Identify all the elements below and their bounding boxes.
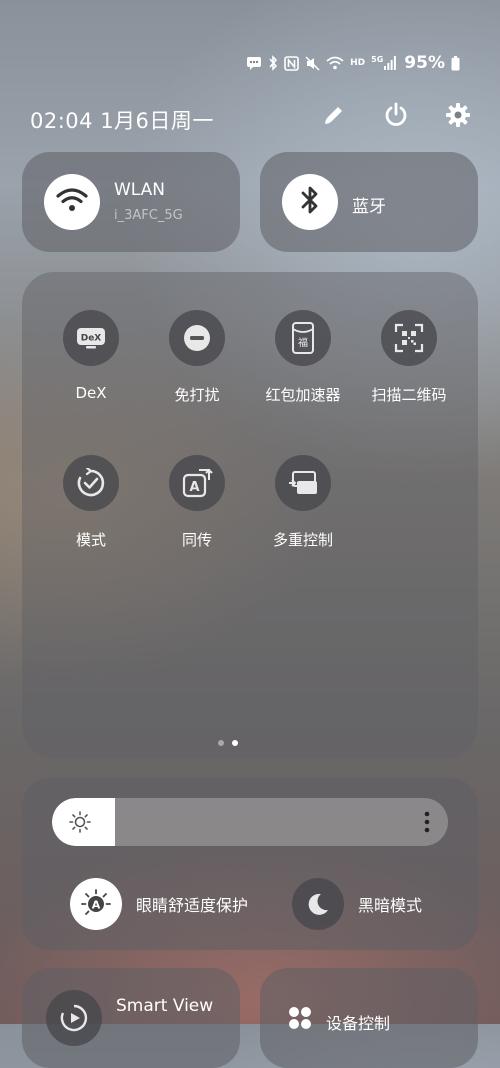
eye-comfort-icon[interactable]: A: [70, 878, 122, 930]
hd-icon: HD: [350, 58, 366, 68]
message-notification-icon: [246, 56, 262, 70]
tile-label: 红包加速器: [265, 386, 341, 404]
do-not-disturb-icon[interactable]: [169, 310, 225, 366]
power-icon[interactable]: [382, 101, 410, 129]
translate-icon[interactable]: A: [169, 455, 225, 511]
nfc-icon: [284, 55, 299, 71]
wlan-network-name: i_3AFC_5G: [114, 208, 183, 223]
signal-5g-icon: 5G: [371, 55, 397, 70]
tile-label: 模式: [75, 531, 106, 549]
more-options-icon[interactable]: [424, 810, 430, 838]
brightness-panel: A 眼睛舒适度保护 黑暗模式: [22, 778, 478, 950]
mute-icon: [305, 55, 320, 71]
wlan-title: WLAN: [114, 180, 166, 200]
wlan-toggle[interactable]: [44, 174, 100, 230]
page-dot-active[interactable]: [232, 740, 238, 746]
bluetooth-title: 蓝牙: [352, 197, 386, 217]
tile-label: 扫描二维码: [371, 386, 447, 404]
page-indicator: [218, 740, 238, 746]
tile-multi-control[interactable]: 多重控制: [250, 455, 356, 550]
red-envelope-badge: 福: [298, 336, 308, 349]
tile-label: 多重控制: [272, 531, 333, 549]
bluetooth-tile[interactable]: 蓝牙: [260, 152, 478, 252]
battery-percent: 95%: [404, 53, 445, 73]
modes-icon[interactable]: [63, 455, 119, 511]
bluetooth-toggle[interactable]: [282, 174, 338, 230]
battery-icon: [451, 55, 460, 71]
header-actions: [320, 101, 472, 129]
translate-badge: A: [189, 480, 199, 495]
wifi-icon: [326, 56, 344, 70]
brightness-slider[interactable]: [52, 798, 448, 846]
qr-scan-icon[interactable]: [381, 310, 437, 366]
tile-dex[interactable]: DeX DeX: [38, 310, 144, 402]
edit-icon[interactable]: [320, 101, 348, 129]
wlan-tile[interactable]: WLAN i_3AFC_5G: [22, 152, 240, 252]
tile-modes[interactable]: 模式: [38, 455, 144, 550]
moon-icon[interactable]: [292, 878, 344, 930]
dex-badge: DeX: [81, 334, 102, 344]
smart-view-tile[interactable]: Smart View: [22, 968, 240, 1068]
tile-translate[interactable]: A 同传: [144, 455, 250, 550]
page-dot[interactable]: [218, 740, 224, 746]
date-time: 02:04 1月6日周一: [30, 109, 214, 133]
eye-comfort-label: 眼睛舒适度保护: [136, 896, 249, 915]
smart-view-icon[interactable]: [46, 990, 102, 1046]
tile-red-envelope[interactable]: 福 红包加速器: [250, 310, 356, 405]
dark-mode-label: 黑暗模式: [358, 896, 423, 915]
tile-qr-scan[interactable]: 扫描二维码: [356, 310, 462, 405]
eye-comfort-toggle[interactable]: A 眼睛舒适度保护: [70, 878, 248, 930]
bluetooth-icon: [300, 185, 320, 219]
dark-mode-toggle[interactable]: 黑暗模式: [292, 878, 422, 930]
tile-label: DeX: [75, 384, 107, 402]
svg-text:A: A: [92, 899, 101, 912]
brightness-icon: [68, 810, 92, 838]
device-control-icon: [288, 1006, 312, 1034]
tile-do-not-disturb[interactable]: 免打扰: [144, 310, 250, 405]
status-bar: HD 5G 95%: [246, 50, 460, 76]
smart-view-title: Smart View: [116, 996, 214, 1016]
net-label: 5G: [371, 55, 384, 64]
settings-icon[interactable]: [444, 101, 472, 129]
wifi-icon: [56, 187, 88, 217]
tile-label: 同传: [181, 531, 212, 549]
device-control-tile[interactable]: 设备控制: [260, 968, 478, 1068]
bluetooth-icon: [268, 55, 278, 71]
red-envelope-icon[interactable]: 福: [275, 310, 331, 366]
multi-control-icon[interactable]: [275, 455, 331, 511]
dex-icon[interactable]: DeX: [63, 310, 119, 366]
tile-label: 免打扰: [174, 386, 220, 404]
device-control-title: 设备控制: [326, 1014, 391, 1033]
